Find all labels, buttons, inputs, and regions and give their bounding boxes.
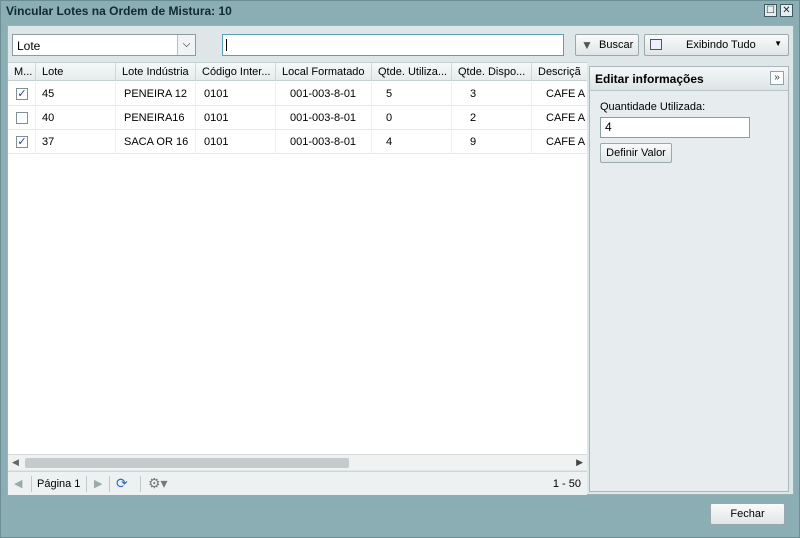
dialog-window: Vincular Lotes na Ordem de Mistura: 10 ☐… [0,0,800,538]
buscar-label: Buscar [599,39,634,51]
col-header-marcado[interactable]: M... [8,63,36,81]
text-caret [226,39,227,51]
edit-panel: Editar informações » Quantidade Utilizad… [589,66,789,492]
row-checkbox[interactable]: ✓ [16,136,28,148]
cell-qtde-disponivel: 2 [452,106,532,130]
page-label: Página 1 [37,478,81,490]
cell-lote: 45 [36,82,116,106]
col-header-descricao[interactable]: Descriçã [532,63,587,81]
record-count: 1 - 50 [552,478,581,490]
col-header-lote[interactable]: Lote [36,63,116,81]
scroll-thumb[interactable] [25,458,349,468]
collapse-panel-icon[interactable]: » [770,71,784,85]
table-row[interactable]: ✓ 37 SACA OR 16 0101 001-003-8-01 4 9 CA… [8,130,587,154]
lotes-grid: M... Lote Lote Indústria Código Inter...… [8,62,587,454]
toolbar: Lote ⌵ ▼ Buscar Exibindo Tudo ▼ [12,34,792,56]
col-header-qtde-disponivel[interactable]: Qtde. Dispo... [452,63,532,81]
next-page-icon[interactable]: ▶ [94,477,102,490]
cell-qtde-utilizada: 5 [372,82,452,106]
pager-divider [31,476,32,492]
col-header-local-formatado[interactable]: Local Formatado [276,63,372,81]
table-row[interactable]: ✓ 45 PENEIRA 12 0101 001-003-8-01 5 3 CA… [8,82,587,106]
title-bar: Vincular Lotes na Ordem de Mistura: 10 ☐… [1,1,799,21]
dropdown-arrow-icon: ▼ [774,39,782,48]
table-row[interactable]: 40 PENEIRA16 0101 001-003-8-01 0 2 CAFE … [8,106,587,130]
cell-lote: 40 [36,106,116,130]
row-checkbox[interactable]: ✓ [16,88,28,100]
view-filter-icon [650,39,662,50]
definir-valor-button[interactable]: Definir Valor [600,143,672,163]
quantidade-utilizada-input[interactable]: 4 [600,117,750,138]
row-check-cell: ✓ [8,82,36,106]
cell-lote: 37 [36,130,116,154]
col-header-lote-industria[interactable]: Lote Indústria [116,63,196,81]
cell-qtde-disponivel: 3 [452,82,532,106]
previous-page-icon[interactable]: ◀ [14,477,22,490]
horizontal-scrollbar[interactable]: ◀ ▶ [8,454,587,470]
edit-panel-header: Editar informações » [590,67,788,91]
col-header-qtde-utilizada[interactable]: Qtde. Utiliza... [372,63,452,81]
cell-codigo: 0101 [196,82,276,106]
cell-local: 001-003-8-01 [276,130,372,154]
cell-lote-industria: SACA OR 16 [116,130,196,154]
cell-local: 001-003-8-01 [276,106,372,130]
dialog-body: Lote ⌵ ▼ Buscar Exibindo Tudo ▼ M... Lot… [7,25,794,495]
filter-field-select[interactable]: Lote ⌵ [12,34,196,56]
row-check-cell: ✓ [8,130,36,154]
grid-header: M... Lote Lote Indústria Código Inter...… [8,63,587,81]
filter-field-value: Lote [17,39,41,53]
exibindo-label: Exibindo Tudo [686,39,756,51]
exibindo-tudo-dropdown[interactable]: Exibindo Tudo ▼ [644,34,789,56]
fechar-button[interactable]: Fechar [710,503,785,525]
cell-codigo: 0101 [196,106,276,130]
cell-descricao: CAFE A [532,130,587,154]
cell-codigo: 0101 [196,130,276,154]
pager-divider [109,476,110,492]
gear-icon[interactable]: ⚙▾ [148,475,168,492]
pager-divider [140,476,141,492]
filter-funnel-icon: ▼ [581,38,593,52]
quantidade-utilizada-label: Quantidade Utilizada: [600,101,706,113]
refresh-icon[interactable]: ⟳ [116,475,128,492]
cell-descricao: CAFE A [532,106,587,130]
pager-bar: ◀ Página 1 ▶ ⟳ ⚙▾ 1 - 50 [8,471,587,495]
search-input[interactable] [222,34,564,56]
row-checkbox[interactable] [16,112,28,124]
cell-descricao: CAFE A [532,82,587,106]
window-title: Vincular Lotes na Ordem de Mistura: 10 [6,4,232,18]
col-header-codigo-interno[interactable]: Código Inter... [196,63,276,81]
cell-lote-industria: PENEIRA 12 [116,82,196,106]
cell-qtde-utilizada: 4 [372,130,452,154]
cell-local: 001-003-8-01 [276,82,372,106]
buscar-button[interactable]: ▼ Buscar [575,34,639,56]
edit-panel-title: Editar informações [595,72,704,86]
pager-divider [86,476,87,492]
cell-qtde-disponivel: 9 [452,130,532,154]
restore-icon[interactable]: ☐ [764,4,777,17]
close-icon[interactable]: ✕ [780,4,793,17]
row-check-cell [8,106,36,130]
cell-qtde-utilizada: 0 [372,106,452,130]
cell-lote-industria: PENEIRA16 [116,106,196,130]
chevron-down-icon[interactable]: ⌵ [177,35,195,55]
scroll-right-icon[interactable]: ▶ [576,457,583,468]
scroll-left-icon[interactable]: ◀ [12,457,19,468]
